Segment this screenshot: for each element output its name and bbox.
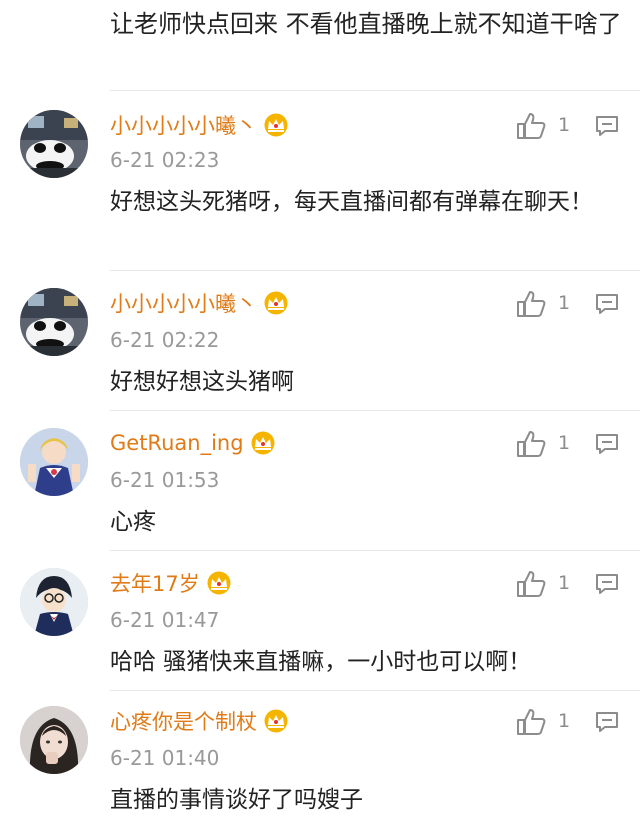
name-row: 去年17岁 (110, 568, 232, 598)
like-count: 1 (558, 114, 571, 136)
comment-item: 心疼你是个制杖 6-21 01:40 直播的事情谈好了吗嫂子 1 (0, 690, 640, 822)
username[interactable]: 小小小小小曦丶 (110, 288, 257, 318)
like-count: 1 (558, 710, 571, 732)
comment-text: 直播的事情谈好了吗嫂子 (110, 787, 363, 813)
thumbs-up-icon[interactable] (516, 112, 546, 140)
user-avatar[interactable] (20, 706, 88, 774)
selfie-avatar-icon (20, 706, 88, 774)
comment-time: 6-21 02:22 (110, 328, 220, 352)
crown-badge-icon (264, 709, 288, 733)
comment-time: 6-21 02:23 (110, 148, 220, 172)
comment-time: 6-21 01:53 (110, 468, 220, 492)
comment-text: 好想这头死猪呀，每天直播间都有弹幕在聊天！ (110, 189, 593, 215)
comment-text: 好想好想这头猪啊 (110, 369, 294, 395)
anime-boy-avatar-icon (20, 568, 88, 636)
crown-badge-icon (207, 571, 231, 595)
thumbs-up-icon[interactable] (516, 708, 546, 736)
panda-avatar-icon (20, 110, 88, 178)
comment-item: 去年17岁 6-21 01:47 哈哈 骚猪快来直播嘛，一小时也可以啊！ 1 (0, 550, 640, 690)
comment-item: 小小小小小曦丶 6-21 02:23 好想这头死猪呀，每天直播间都有弹幕在聊天！… (0, 90, 640, 270)
comment-item: GetRuan_ing 6-21 01:53 心疼 1 (0, 410, 640, 550)
comment-icon[interactable] (595, 293, 619, 315)
name-row: 小小小小小曦丶 (110, 110, 289, 140)
comment-feed: 让老师快点回来 不看他直播晚上就不知道干啥了 小小小小小曦丶 6-21 02:2… (0, 0, 640, 822)
user-avatar[interactable] (20, 288, 88, 356)
crown-badge-icon (264, 113, 288, 137)
name-row: GetRuan_ing (110, 428, 276, 458)
comment-icon[interactable] (595, 115, 619, 137)
user-avatar[interactable] (20, 428, 88, 496)
username[interactable]: 去年17岁 (110, 568, 200, 598)
thumbs-up-icon[interactable] (516, 290, 546, 318)
comment-text: 心疼 (110, 509, 156, 535)
username[interactable]: 小小小小小曦丶 (110, 110, 257, 140)
comment-icon[interactable] (595, 573, 619, 595)
like-count: 1 (558, 432, 571, 454)
crown-badge-icon (264, 291, 288, 315)
comment-item: 小小小小小曦丶 6-21 02:22 好想好想这头猪啊 1 (0, 270, 640, 410)
anime-girl-avatar-icon (20, 428, 88, 496)
user-avatar[interactable] (20, 568, 88, 636)
username[interactable]: 心疼你是个制杖 (110, 706, 257, 736)
comment-text: 哈哈 骚猪快来直播嘛，一小时也可以啊！ (110, 649, 532, 675)
username[interactable]: GetRuan_ing (110, 431, 244, 455)
comment-time: 6-21 01:40 (110, 746, 220, 770)
name-row: 心疼你是个制杖 (110, 706, 289, 736)
name-row: 小小小小小曦丶 (110, 288, 289, 318)
previous-comment-text: 让老师快点回来 不看他直播晚上就不知道干啥了 (110, 10, 622, 38)
panda-avatar-icon (20, 288, 88, 356)
comment-icon[interactable] (595, 711, 619, 733)
comment-time: 6-21 01:47 (110, 608, 220, 632)
crown-badge-icon (251, 431, 275, 455)
comment-icon[interactable] (595, 433, 619, 455)
thumbs-up-icon[interactable] (516, 570, 546, 598)
user-avatar[interactable] (20, 110, 88, 178)
thumbs-up-icon[interactable] (516, 430, 546, 458)
like-count: 1 (558, 572, 571, 594)
like-count: 1 (558, 292, 571, 314)
